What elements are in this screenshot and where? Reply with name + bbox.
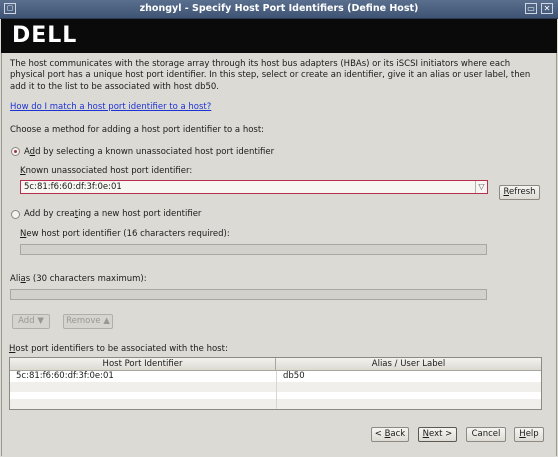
window-title: zhongyl - Specify Host Port Identifiers … (139, 3, 419, 14)
associated-label: Host port identifiers to be associated w… (9, 344, 228, 354)
radio-known-identifier[interactable] (11, 147, 20, 156)
known-identifier-label: Known unassociated host port identifier: (20, 166, 193, 176)
radio-new-identifier[interactable] (11, 210, 20, 219)
column-header-identifier[interactable]: Host Port Identifier (10, 358, 276, 371)
column-divider (276, 371, 277, 409)
option-new-label[interactable]: Add by creating a new host port identifi… (24, 209, 201, 220)
option-known-label[interactable]: Add by selecting a known unassociated ho… (24, 147, 274, 158)
arrow-up-icon: ▲ (103, 316, 110, 326)
help-button[interactable]: Help (514, 427, 544, 442)
refresh-button[interactable]: Refresh (499, 185, 540, 200)
back-button[interactable]: < Back (371, 427, 409, 442)
method-prompt: Choose a method for adding a host port i… (10, 125, 265, 135)
cancel-button[interactable]: Cancel (466, 427, 506, 442)
help-link[interactable]: How do I match a host port identifier to… (10, 102, 211, 113)
new-identifier-label: New host port identifier (16 characters … (20, 229, 230, 239)
alias-label: Alias (30 characters maximum): (10, 274, 147, 284)
intro-description: The host communicates with the storage a… (10, 59, 531, 92)
known-identifier-value: 5c:81:f6:60:df:3f:0e:01 (24, 182, 122, 192)
next-button[interactable]: Next > (418, 427, 457, 442)
minimize-icon[interactable]: ▭ (525, 3, 537, 14)
chevron-down-icon[interactable]: ▽ (475, 181, 487, 193)
column-header-alias[interactable]: Alias / User Label (276, 358, 541, 371)
dell-logo: DELL (12, 23, 78, 48)
new-identifier-field[interactable] (20, 244, 487, 255)
add-button[interactable]: Add ▼ (12, 314, 50, 329)
arrow-down-icon: ▼ (37, 316, 44, 326)
table-cell-identifier: 5c:81:f6:60:df:3f:0e:01 (16, 371, 114, 381)
brand-banner (1, 19, 557, 53)
table-cell-alias: db50 (283, 371, 305, 381)
alias-field[interactable] (10, 289, 487, 300)
close-icon[interactable]: ✕ (541, 3, 553, 14)
remove-button[interactable]: Remove ▲ (63, 314, 113, 329)
